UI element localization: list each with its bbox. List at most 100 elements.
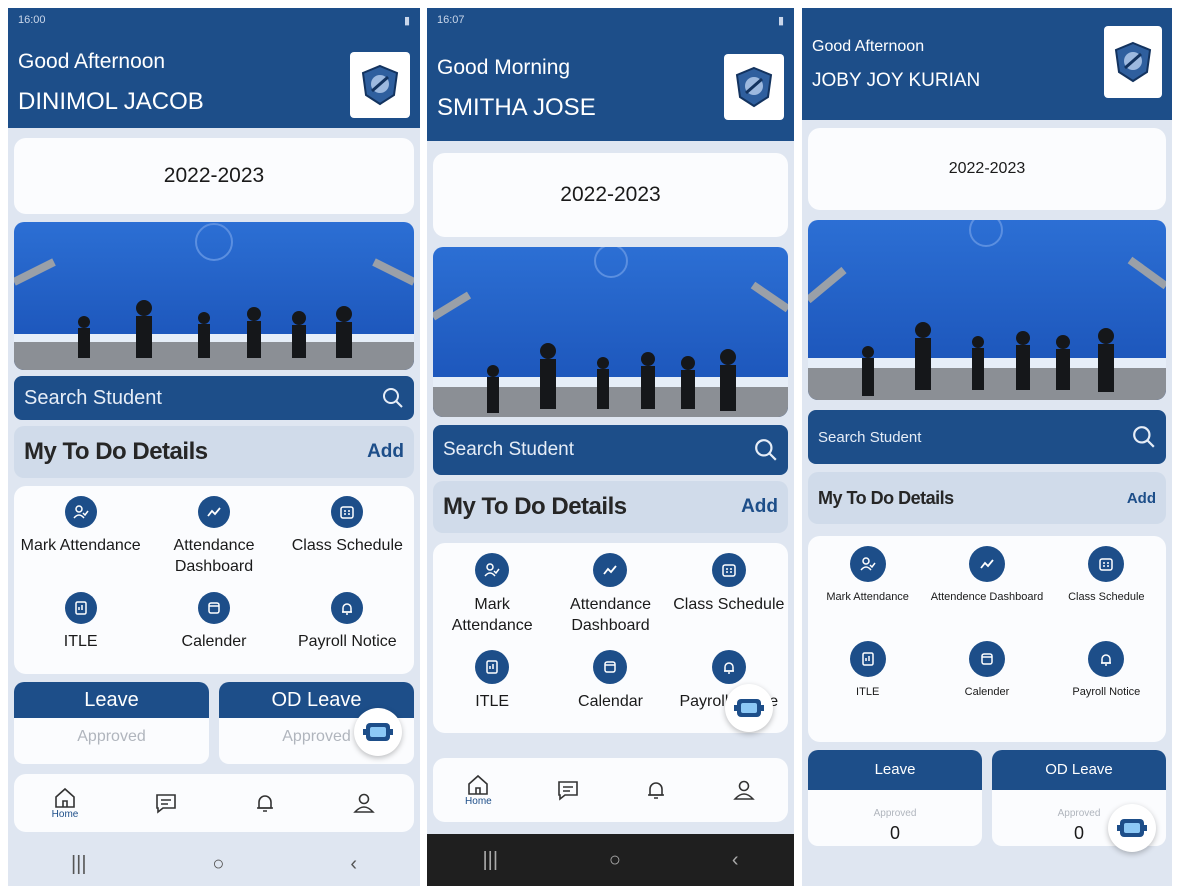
user-name: DINIMOL JACOB [18, 88, 204, 115]
tile-attendance-dashboard[interactable]: Attendance Dashboard [551, 551, 669, 648]
tablet-icon [849, 641, 886, 677]
todo-title: My To Do Details [818, 487, 954, 508]
chatbot-button[interactable] [1108, 804, 1156, 852]
tile-label: Class Schedule [1068, 591, 1145, 603]
chatbot-button[interactable] [725, 684, 773, 732]
add-todo-button[interactable]: Add [741, 496, 778, 518]
tile-label: Mark Attendance [20, 537, 141, 554]
status-time: 16:00 [18, 14, 46, 26]
nav-profile[interactable] [732, 779, 756, 801]
add-todo-button[interactable]: Add [1127, 490, 1156, 507]
search-placeholder: Search Student [818, 428, 922, 446]
tile-calendar[interactable]: Calender [927, 639, 1046, 734]
nav-home[interactable]: Home [465, 774, 492, 807]
nav-messages[interactable] [556, 779, 580, 801]
tile-itle[interactable]: ITLE [14, 590, 147, 666]
trend-icon [968, 546, 1005, 582]
search-icon[interactable] [382, 387, 404, 409]
tile-class-schedule[interactable]: Class Schedule [1047, 544, 1166, 639]
search-placeholder: Search Student [24, 386, 162, 409]
leave-card-title: Leave [14, 682, 209, 718]
leave-card[interactable]: Leave Approved 0 [808, 750, 982, 846]
chatbot-button[interactable] [354, 708, 402, 756]
tile-label: Calender [181, 633, 247, 651]
robot-icon [734, 699, 764, 717]
tile-payroll-notice[interactable]: Payroll Notice [1047, 639, 1166, 734]
children-silhouette-icon [14, 223, 414, 370]
calendar-grid-icon [331, 496, 364, 528]
todo-header: My To Do Details Add [808, 472, 1166, 524]
todo-title: My To Do Details [443, 493, 627, 520]
recent-apps-icon[interactable]: ||| [71, 853, 87, 876]
nav-notifications[interactable] [253, 792, 277, 814]
recent-apps-icon[interactable]: ||| [482, 849, 498, 872]
quick-actions-grid: Mark Attendance Attendence Dashboard Cla… [808, 536, 1166, 742]
user-name: JOBY JOY KURIAN [812, 70, 981, 91]
academic-year: 2022-2023 [560, 183, 661, 206]
leave-count: 0 [889, 823, 900, 843]
tile-attendance-dashboard[interactable]: Attendance Dashboard [147, 494, 280, 590]
bottom-navigation: Home [14, 774, 414, 832]
tile-class-schedule[interactable]: Class Schedule [281, 494, 414, 590]
back-icon[interactable]: ‹ [350, 853, 357, 876]
tile-payroll-notice[interactable]: Payroll Notice [281, 590, 414, 666]
nav-messages[interactable] [154, 792, 178, 814]
phone-screen-1: 16:00 ▮ Good Afternoon DINIMOL JACOB 202… [8, 8, 420, 886]
academic-year-card[interactable]: 2022-2023 [14, 138, 414, 214]
school-logo[interactable] [724, 54, 784, 120]
app-header: Good Morning SMITHA JOSE [427, 36, 794, 141]
tile-label: Calender [964, 686, 1010, 698]
user-name: SMITHA JOSE [437, 94, 596, 121]
tile-mark-attendance[interactable]: Mark Attendance [808, 544, 927, 639]
tile-label: Attendence Dashboard [930, 591, 1044, 603]
message-icon [557, 781, 578, 801]
tile-mark-attendance[interactable]: Mark Attendance [433, 551, 551, 648]
tile-label: Attendance Dashboard [173, 537, 255, 575]
nav-notifications[interactable] [644, 779, 668, 801]
banner-image [433, 247, 788, 417]
academic-year-card[interactable]: 2022-2023 [808, 128, 1166, 210]
banner-image [14, 222, 414, 370]
leave-summary: Leave Approved OD Leave Approved [14, 682, 414, 764]
profile-icon [733, 780, 755, 800]
back-icon[interactable]: ‹ [732, 849, 739, 872]
tile-calendar[interactable]: Calendar [551, 648, 669, 725]
children-silhouette-icon [808, 220, 1166, 400]
status-icons: ▮ [403, 15, 410, 27]
tile-attendance-dashboard[interactable]: Attendence Dashboard [927, 544, 1046, 639]
add-todo-button[interactable]: Add [367, 441, 404, 463]
bell-icon [257, 795, 273, 812]
bottom-navigation: Home [433, 758, 788, 822]
tile-class-schedule[interactable]: Class Schedule [670, 551, 788, 648]
quick-actions-grid: Mark Attendance Attendance Dashboard Cla… [14, 486, 414, 674]
bell-icon [1088, 641, 1125, 677]
user-check-icon [64, 496, 97, 528]
home-circle-icon[interactable]: ○ [212, 853, 224, 876]
search-student-bar[interactable]: Search Student [433, 425, 788, 475]
search-icon[interactable] [1132, 425, 1156, 449]
tile-calendar[interactable]: Calender [147, 590, 280, 666]
user-check-icon [849, 546, 886, 582]
system-navigation: ||| ○ ‹ [427, 834, 794, 886]
search-icon[interactable] [754, 438, 778, 462]
trend-icon [197, 496, 230, 528]
status-bar: 16:00 ▮ [8, 8, 420, 36]
tile-label: Calendar [578, 693, 643, 711]
bell-icon [711, 650, 746, 685]
school-logo[interactable] [1104, 26, 1162, 98]
home-circle-icon[interactable]: ○ [609, 849, 621, 872]
academic-year-card[interactable]: 2022-2023 [433, 153, 788, 237]
nav-home[interactable]: Home [52, 787, 78, 820]
app-header: Good Afternoon DINIMOL JACOB [8, 36, 420, 128]
nav-profile[interactable] [352, 792, 376, 814]
search-student-bar[interactable]: Search Student [14, 376, 414, 420]
tile-itle[interactable]: ITLE [433, 648, 551, 725]
system-navigation: ||| ○ ‹ [8, 842, 420, 886]
search-student-bar[interactable]: Search Student [808, 410, 1166, 464]
school-logo[interactable] [350, 52, 410, 118]
tablet-icon [64, 592, 97, 625]
tile-mark-attendance[interactable]: Mark Attendance [14, 494, 147, 590]
tile-itle[interactable]: ITLE [808, 639, 927, 734]
banner-image [808, 220, 1166, 400]
leave-card[interactable]: Leave Approved [14, 682, 209, 764]
